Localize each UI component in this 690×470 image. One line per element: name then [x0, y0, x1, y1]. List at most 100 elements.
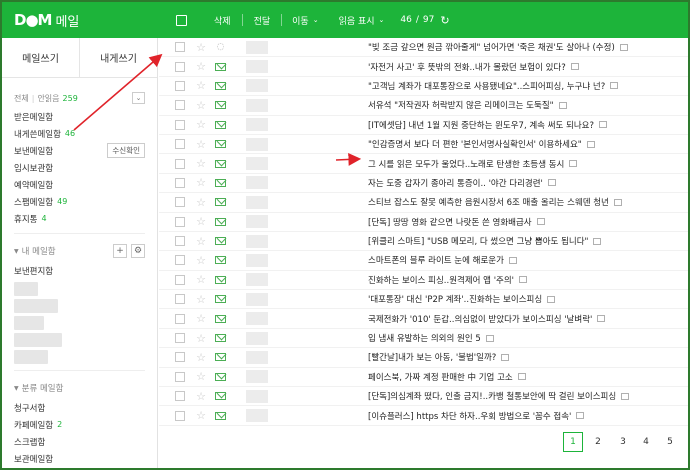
read-receipt-button[interactable]: 수신확인: [107, 143, 145, 158]
sidebar-item-folder[interactable]: 받은메일함: [14, 108, 145, 125]
mail-row[interactable]: ☆ [IT에셋담] 내년 1월 지원 중단하는 윈도우7, 계속 써도 되나요?: [159, 116, 688, 135]
select-all-checkbox[interactable]: [176, 14, 187, 26]
star-icon[interactable]: ☆: [195, 215, 207, 228]
chevron-down-icon[interactable]: ⌄: [132, 92, 145, 104]
mail-checkbox[interactable]: [175, 42, 185, 53]
mail-row[interactable]: ☆ 국제전화가 '010' 둔갑..의심없이 받았다가 보이스피싱 '날벼락': [159, 309, 688, 329]
filter-unread[interactable]: 안읽음: [37, 93, 59, 104]
mail-row[interactable]: ☆ [위클리 스마트] "USB 메모리, 다 썼으면 그냥 뽑아도 됩니다": [159, 232, 688, 252]
mail-checkbox[interactable]: [175, 216, 185, 227]
sidebar-item-sent-letters[interactable]: 보낸편지함: [14, 262, 145, 279]
mail-subject[interactable]: [이슈플러스] https 차단 하자..우회 방법으로 '꼼수 접속': [368, 410, 571, 422]
mail-row[interactable]: ☆ [단독] 땅땅 영화 같으면 나랏돈 쓴 영화배급사: [159, 213, 688, 232]
preview-icon[interactable]: [517, 373, 526, 381]
star-icon[interactable]: ☆: [195, 273, 207, 286]
preview-icon[interactable]: [536, 218, 545, 226]
preview-icon[interactable]: [613, 198, 622, 206]
star-icon[interactable]: ☆: [195, 79, 207, 92]
preview-icon[interactable]: [610, 82, 619, 90]
gear-icon[interactable]: ⚙: [131, 244, 145, 258]
mail-subject[interactable]: [단독] 땅땅 영화 같으면 나랏돈 쓴 영화배급사: [368, 216, 532, 228]
mail-checkbox[interactable]: [175, 100, 185, 111]
mail-checkbox[interactable]: [175, 274, 185, 285]
star-icon[interactable]: ☆: [195, 41, 207, 54]
star-icon[interactable]: ☆: [195, 138, 207, 151]
mail-subject[interactable]: "고객님 계좌가 대포통장으로 사용됐네요"..스피어피싱, 누구냐 넌?: [368, 80, 605, 92]
mail-subject[interactable]: "빚 조금 갚으면 원금 깎아줄게" 넘어가면 '죽은 채권'도 살아나 (수정…: [368, 41, 615, 53]
mail-row[interactable]: ☆ 그 시를 읽은 모두가 울었다..노래로 탄생한 초등생 동시: [159, 154, 688, 174]
star-icon[interactable]: ☆: [195, 176, 207, 189]
preview-icon[interactable]: [599, 121, 608, 129]
mail-subject[interactable]: '자전거 사고' 후 뜻밖의 전화..내가 몰랐던 보험이 있다?: [368, 61, 566, 73]
mail-subject[interactable]: 그 시를 읽은 모두가 울었다..노래로 탄생한 초등생 동시: [368, 158, 564, 170]
sidebar-item-folder[interactable]: 예약메일함: [14, 176, 145, 193]
preview-icon[interactable]: [586, 140, 595, 148]
mail-checkbox[interactable]: [175, 139, 185, 150]
add-folder-icon[interactable]: +: [113, 244, 127, 258]
preview-icon[interactable]: [619, 43, 628, 51]
mail-row[interactable]: ☆ "인감증명서 보다 더 편한 '본인서명사실확인서' 이용하세요": [159, 135, 688, 155]
mail-row[interactable]: ☆ 입 냄새 유발하는 의외의 원인 5: [159, 329, 688, 349]
category-mailbox-header[interactable]: ▼ 분류 메일함: [14, 377, 145, 399]
read-display-dropdown[interactable]: 읽음 표시 ⌄: [329, 14, 395, 27]
star-icon[interactable]: ☆: [195, 390, 207, 403]
preview-icon[interactable]: [508, 256, 517, 264]
preview-icon[interactable]: [485, 334, 494, 342]
star-icon[interactable]: ☆: [195, 196, 207, 209]
logo[interactable]: D●M 메일: [2, 2, 156, 38]
star-icon[interactable]: ☆: [195, 351, 207, 364]
page-button[interactable]: 3: [613, 432, 633, 452]
refresh-icon[interactable]: ↻: [440, 14, 449, 27]
sidebar-item-folder[interactable]: 휴지통 4: [14, 210, 145, 227]
mail-row[interactable]: ☆ [단독]의심계좌 떴다, 인출 금지!..카뱅 철통보안에 딱 걸린 보이스피…: [159, 387, 688, 407]
mail-subject[interactable]: [IT에셋담] 내년 1월 지원 중단하는 윈도우7, 계속 써도 되나요?: [368, 119, 594, 131]
preview-icon[interactable]: [519, 276, 528, 284]
mail-subject[interactable]: 자는 도중 갑자기 종아리 통증이.. '야간 다리경련': [368, 177, 543, 189]
preview-icon[interactable]: [547, 295, 556, 303]
mail-row[interactable]: ☆ '대포통장' 대신 'P2P 계좌'..진화하는 보이스피싱: [159, 290, 688, 310]
mail-checkbox[interactable]: [175, 197, 185, 208]
mail-checkbox[interactable]: [175, 333, 185, 344]
mail-row[interactable]: ☆ [이슈플러스] https 차단 하자..우회 방법으로 '꼼수 접속': [159, 406, 688, 426]
star-icon[interactable]: ☆: [195, 312, 207, 325]
page-button[interactable]: 1: [563, 432, 583, 452]
move-dropdown[interactable]: 이동 ⌄: [282, 14, 328, 27]
star-icon[interactable]: ☆: [195, 118, 207, 131]
mail-checkbox[interactable]: [175, 352, 185, 363]
mail-subject[interactable]: 입 냄새 유발하는 의외의 원인 5: [368, 332, 481, 344]
mail-subject[interactable]: 스마트폰의 블루 라이트 눈에 해로운가: [368, 254, 504, 266]
mail-checkbox[interactable]: [175, 294, 185, 305]
mail-subject[interactable]: [빨간날]내가 보는 아동, '불법'일까?: [368, 351, 496, 363]
my-mailbox-header[interactable]: ▼ 내 메일함 + ⚙: [14, 240, 145, 262]
mail-subject[interactable]: [위클리 스마트] "USB 메모리, 다 썼으면 그냥 뽑아도 됩니다": [368, 235, 588, 247]
mail-checkbox[interactable]: [175, 371, 185, 382]
preview-icon[interactable]: [501, 353, 510, 361]
mail-subject[interactable]: [단독]의심계좌 떴다, 인출 금지!..카뱅 철통보안에 딱 걸린 보이스피싱: [368, 390, 616, 402]
preview-icon[interactable]: [621, 392, 630, 400]
star-icon[interactable]: ☆: [195, 293, 207, 306]
delete-button[interactable]: 삭제: [203, 13, 242, 27]
mail-checkbox[interactable]: [175, 177, 185, 188]
star-icon[interactable]: ☆: [195, 235, 207, 248]
mail-row[interactable]: ☆ 스마트폰의 블루 라이트 눈에 해로운가: [159, 251, 688, 271]
mail-checkbox[interactable]: [175, 255, 185, 266]
compose-button[interactable]: 메일쓰기: [2, 38, 80, 77]
mail-subject[interactable]: 국제전화가 '010' 둔갑..의심없이 받았다가 보이스피싱 '날벼락': [368, 313, 592, 325]
sidebar-item-folder[interactable]: 임시보관함: [14, 159, 145, 176]
mail-checkbox[interactable]: [175, 61, 185, 72]
mail-checkbox[interactable]: [175, 236, 185, 247]
page-button[interactable]: 2: [588, 432, 608, 452]
mail-checkbox[interactable]: [175, 119, 185, 130]
star-icon[interactable]: ☆: [195, 99, 207, 112]
star-icon[interactable]: ☆: [195, 254, 207, 267]
mail-subject[interactable]: 페이스북, 가짜 계정 판매한 中 기업 고소: [368, 371, 513, 383]
mail-subject[interactable]: 서유석 "저작권자 허락받지 않은 리메이크는 도둑질": [368, 99, 554, 111]
forward-button[interactable]: 전달: [243, 13, 282, 27]
mail-row[interactable]: ☆ 진화하는 보이스 피싱..원격제어 앱 '주의': [159, 271, 688, 291]
sidebar-item-category[interactable]: 카페메일함 2: [14, 416, 145, 433]
preview-icon[interactable]: [558, 101, 567, 109]
mail-checkbox[interactable]: [175, 158, 185, 169]
preview-icon[interactable]: [570, 63, 579, 71]
preview-icon[interactable]: [547, 179, 556, 187]
mail-row[interactable]: ☆ 자는 도중 갑자기 종아리 통증이.. '야간 다리경련': [159, 174, 688, 194]
